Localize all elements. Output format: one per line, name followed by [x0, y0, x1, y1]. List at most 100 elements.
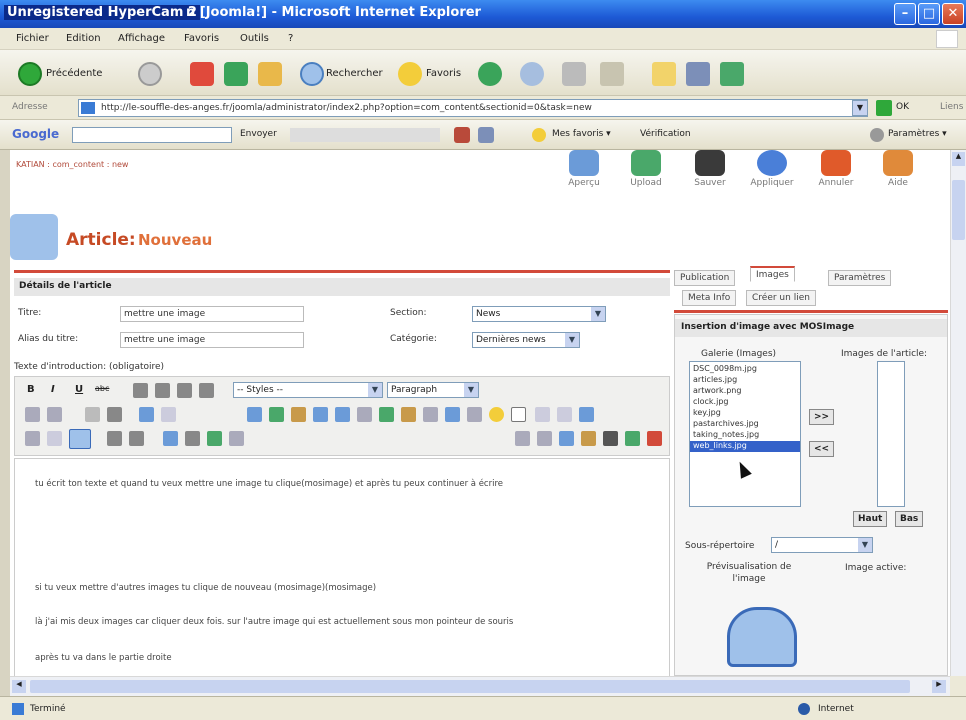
address-dropdown-chevron-icon[interactable]: ▼: [852, 100, 868, 116]
google-settings-button[interactable]: Paramètres ▾: [888, 129, 947, 139]
menu-item-file[interactable]: Fichier: [16, 33, 49, 44]
fullscreen-icon[interactable]: [557, 407, 572, 422]
print-icon[interactable]: [562, 62, 586, 86]
refresh-icon[interactable]: [224, 62, 248, 86]
add-image-button[interactable]: >>: [809, 409, 835, 425]
subfolder-select[interactable]: /: [771, 537, 873, 553]
emoticon-icon[interactable]: [489, 407, 504, 422]
underline-button[interactable]: U: [75, 384, 83, 395]
scroll-left-arrow-icon[interactable]: ◀: [12, 680, 26, 693]
spellcheck-button[interactable]: Vérification: [640, 129, 691, 139]
nonbreaking-icon[interactable]: [625, 431, 640, 446]
search-button-label[interactable]: Rechercher: [326, 68, 383, 79]
list-item[interactable]: key.jpg: [690, 408, 800, 419]
styles-select[interactable]: -- Styles --: [233, 382, 383, 398]
go-button[interactable]: OK: [896, 102, 909, 112]
back-arrow-icon[interactable]: [18, 62, 42, 86]
find-icon[interactable]: [401, 407, 416, 422]
cancel-button[interactable]: Annuler: [810, 150, 862, 188]
horizontal-scrollbar[interactable]: ◀ ▶: [10, 676, 950, 696]
cleanup-icon[interactable]: [291, 407, 306, 422]
list-item[interactable]: pastarchives.jpg: [690, 419, 800, 430]
tab-parameters[interactable]: Paramètres: [828, 270, 892, 286]
vertical-scrollbar[interactable]: ▲: [950, 150, 966, 676]
image-icon[interactable]: [269, 407, 284, 422]
popup-blocker-icon[interactable]: [478, 127, 494, 143]
print-editor-icon[interactable]: [535, 407, 550, 422]
list-item[interactable]: DSC_0098m.jpg: [690, 364, 800, 375]
category-select[interactable]: Dernières news: [472, 332, 580, 348]
html-source-icon[interactable]: [313, 407, 328, 422]
move-up-button[interactable]: Haut: [853, 511, 888, 527]
upload-button[interactable]: Upload: [620, 150, 672, 188]
menu-item-help[interactable]: ?: [288, 33, 293, 44]
list-item[interactable]: clock.jpg: [690, 397, 800, 408]
article-images-listbox[interactable]: [877, 361, 905, 507]
remove-format-icon[interactable]: [357, 407, 372, 422]
gallery-listbox[interactable]: DSC_0098m.jpg articles.jpg artwork.png c…: [689, 361, 801, 507]
scroll-up-arrow-icon[interactable]: ▲: [952, 152, 965, 166]
strikethrough-button[interactable]: abc: [95, 384, 109, 393]
bold-button[interactable]: B: [27, 384, 35, 395]
hr-icon[interactable]: [25, 431, 40, 446]
title-input[interactable]: mettre une image: [120, 306, 304, 322]
insert-line-icon[interactable]: [185, 431, 200, 446]
format-select[interactable]: Paragraph: [387, 382, 479, 398]
address-input[interactable]: http://le-souffle-des-anges.fr/joomla/ad…: [78, 99, 868, 117]
horizontal-rule-icon[interactable]: [335, 407, 350, 422]
tab-create-link[interactable]: Créer un lien: [746, 290, 816, 306]
window-title-bar[interactable]: Unregistered HyperCam 2 n [Joomla!] - Mi…: [0, 0, 966, 28]
apply-button[interactable]: Appliquer: [746, 150, 798, 188]
folder-icon[interactable]: [652, 62, 676, 86]
edit-icon[interactable]: [600, 62, 624, 86]
anchor-icon[interactable]: [247, 407, 262, 422]
favorites-button-label[interactable]: Favoris: [426, 68, 461, 79]
pagerank-icon[interactable]: [454, 127, 470, 143]
special-char-icon[interactable]: [163, 431, 178, 446]
visual-aid-icon[interactable]: [207, 431, 222, 446]
settings-wrench-icon[interactable]: [870, 128, 884, 142]
google-search-button[interactable]: Envoyer: [240, 129, 277, 139]
alias-input[interactable]: mettre une image: [120, 332, 304, 348]
replace-icon[interactable]: [423, 407, 438, 422]
menu-item-favorites[interactable]: Favoris: [184, 33, 219, 44]
horizontal-scroll-thumb[interactable]: [30, 680, 910, 693]
messenger-icon[interactable]: [686, 62, 710, 86]
preview-button[interactable]: Aperçu: [558, 150, 610, 188]
save-button[interactable]: Sauver: [684, 150, 736, 188]
layer-icon[interactable]: [515, 431, 530, 446]
help-button[interactable]: Aide: [872, 150, 924, 188]
align-right-icon[interactable]: [177, 383, 192, 398]
mail-icon[interactable]: [520, 62, 544, 86]
tab-publication[interactable]: Publication: [674, 270, 736, 286]
stop-icon[interactable]: [190, 62, 214, 86]
undo-icon[interactable]: [139, 407, 154, 422]
superscript-icon[interactable]: [107, 431, 122, 446]
acronym-icon[interactable]: [581, 431, 596, 446]
scroll-right-arrow-icon[interactable]: ▶: [932, 680, 946, 693]
list-item-selected[interactable]: web_links.jpg: [690, 441, 800, 452]
menu-item-tools[interactable]: Outils: [240, 33, 269, 44]
numbered-list-icon[interactable]: [47, 407, 62, 422]
google-search-input[interactable]: [72, 127, 232, 143]
search-icon[interactable]: [300, 62, 324, 86]
charmap-icon[interactable]: [129, 431, 144, 446]
history-icon[interactable]: [478, 62, 502, 86]
list-item[interactable]: taking_notes.jpg: [690, 430, 800, 441]
align-center-icon[interactable]: [155, 383, 170, 398]
align-left-icon[interactable]: [133, 383, 148, 398]
section-select[interactable]: News: [472, 306, 606, 322]
media-icon[interactable]: [511, 407, 526, 422]
list-item[interactable]: artwork.png: [690, 386, 800, 397]
back-button-label[interactable]: Précédente: [46, 68, 102, 79]
pagebreak-icon[interactable]: [647, 431, 662, 446]
style-props-icon[interactable]: [537, 431, 552, 446]
maximize-button[interactable]: □: [918, 3, 940, 25]
vertical-scroll-thumb[interactable]: [952, 180, 965, 240]
cite-icon[interactable]: [559, 431, 574, 446]
move-down-button[interactable]: Bas: [895, 511, 924, 527]
forward-arrow-icon[interactable]: [138, 62, 162, 86]
go-arrow-icon[interactable]: [876, 100, 892, 116]
mosimage-icon[interactable]: [69, 429, 91, 449]
close-button[interactable]: ✕: [942, 3, 964, 25]
